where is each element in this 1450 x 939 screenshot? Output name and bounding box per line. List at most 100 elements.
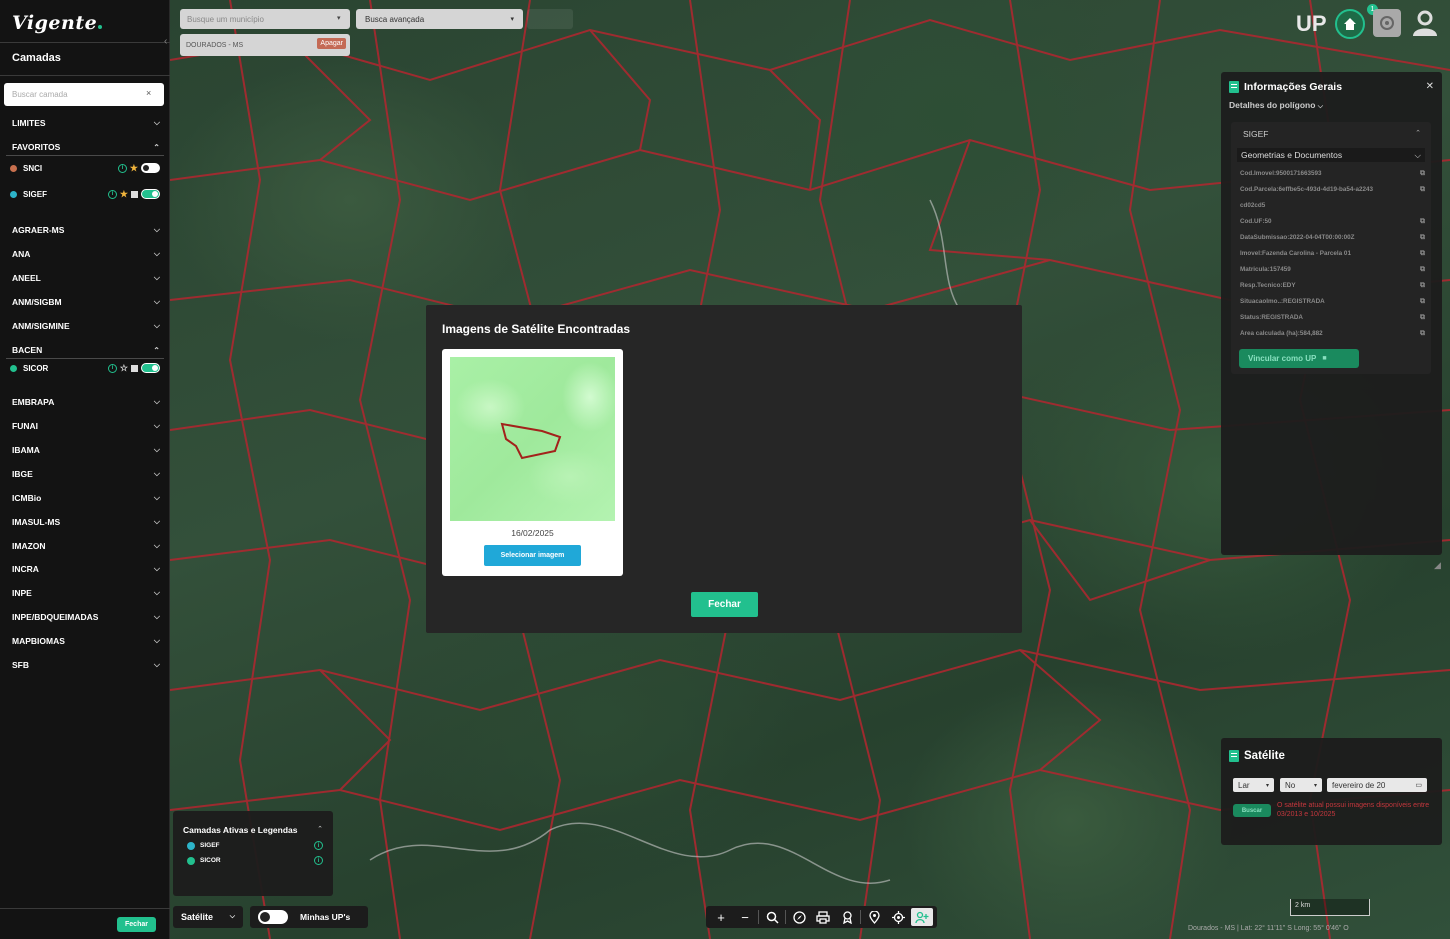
group-sfb[interactable]: SFB ⌵ <box>12 658 160 672</box>
user-icon <box>1413 10 1437 36</box>
select-image-button[interactable]: Selecionar imagem <box>484 545 581 566</box>
info-icon[interactable]: i <box>314 841 323 850</box>
polygon-details-toggle[interactable]: Detalhes do polígono ⌵ <box>1229 100 1323 111</box>
parcel-outline <box>500 422 562 460</box>
close-icon[interactable]: ✕ <box>1426 81 1434 92</box>
copy-icon[interactable]: ⧉ <box>1420 234 1425 242</box>
title-text: Informações Gerais <box>1244 81 1343 93</box>
group-bacen[interactable]: BACEN ⌃ <box>12 343 160 357</box>
group-icmbio[interactable]: ICMBio ⌵ <box>12 491 160 505</box>
field-text: Cod.Parcela:6effbe5c-493d-4d19-ba54-a224… <box>1240 186 1374 193</box>
close-sidebar-button[interactable]: Fechar <box>117 917 156 932</box>
clear-search-icon[interactable]: × <box>146 88 151 98</box>
satellite-select-2[interactable]: No ▾ <box>1280 778 1322 792</box>
chevron-up-icon[interactable]: ⌃ <box>317 825 323 833</box>
copy-icon[interactable]: ⧉ <box>1420 250 1425 258</box>
satellite-panel-title: Satélite <box>1229 750 1285 762</box>
chevron-down-icon: ⌵ <box>153 225 160 234</box>
group-label: IMAZON <box>12 541 46 551</box>
link-as-up-button[interactable]: Vincular como UP ■ <box>1239 349 1359 368</box>
compass-icon[interactable] <box>788 908 810 926</box>
group-embrapa[interactable]: EMBRAPA ⌵ <box>12 395 160 409</box>
group-ibama[interactable]: IBAMA ⌵ <box>12 443 160 457</box>
group-funai[interactable]: FUNAI ⌵ <box>12 419 160 433</box>
info-icon[interactable]: i <box>107 363 117 373</box>
group-inpe-bdqueimadas[interactable]: INPE/BDQUEIMADAS ⌵ <box>12 610 160 624</box>
info-icon[interactable]: i <box>107 189 117 199</box>
group-ana[interactable]: ANA ⌵ <box>12 247 160 261</box>
group-imasul-ms[interactable]: IMASUL-MS ⌵ <box>12 515 160 529</box>
field-text: Cod.UF:50 <box>1240 218 1272 225</box>
group-anm-sigmine[interactable]: ANM/SIGMINE ⌵ <box>12 319 160 333</box>
field-row: Cod.UF:50 ⧉ <box>1240 218 1425 226</box>
style-swatch-icon[interactable] <box>131 364 138 372</box>
group-ibge[interactable]: IBGE ⌵ <box>12 467 160 481</box>
copy-icon[interactable]: ⧉ <box>1420 218 1425 226</box>
advanced-search-dropdown[interactable]: Busca avançada ▾ <box>356 9 523 29</box>
group-inpe[interactable]: INPE ⌵ <box>12 586 160 600</box>
search-icon[interactable] <box>761 908 783 926</box>
chevron-down-icon: ⌵ <box>1414 149 1421 160</box>
basemap-select[interactable]: Satélite ⌵ <box>173 906 243 928</box>
municipality-search-input[interactable] <box>180 9 350 29</box>
layer-toggle-sigef[interactable] <box>141 189 160 199</box>
user-profile-button[interactable] <box>1408 6 1442 40</box>
zoom-out-icon[interactable]: − <box>734 908 756 926</box>
copy-icon[interactable]: ⧉ <box>1420 314 1425 322</box>
month-value: fevereiro de 20 <box>1332 780 1386 790</box>
search-extra-box[interactable] <box>527 9 573 29</box>
close-modal-button[interactable]: Fechar <box>691 592 758 617</box>
star-outline-icon[interactable]: ☆ <box>120 363 128 374</box>
satellite-select-1[interactable]: Lar ▾ <box>1233 778 1274 792</box>
satellite-image-card[interactable]: 16/02/2025 Selecionar imagem <box>442 349 623 576</box>
layer-sigef: SIGEF i ★ <box>10 187 160 201</box>
group-imazon[interactable]: IMAZON ⌵ <box>12 539 160 553</box>
group-label: IBGE <box>12 469 33 479</box>
basemap-label: Satélite <box>181 912 214 922</box>
subtitle-text: Detalhes do polígono <box>1229 100 1316 110</box>
delete-municipality-button[interactable]: Apagar <box>317 38 346 49</box>
print-icon[interactable] <box>812 908 834 926</box>
copy-icon[interactable]: ⧉ <box>1420 282 1425 290</box>
collapse-sidebar-icon[interactable]: ‹ <box>164 36 176 50</box>
zoom-in-icon[interactable]: + <box>710 908 732 926</box>
resize-handle-icon[interactable]: ◢ <box>1434 560 1444 570</box>
layer-search-input[interactable] <box>4 83 164 106</box>
chevron-down-icon: ⌵ <box>153 493 160 502</box>
satellite-search-button[interactable]: Buscar <box>1233 804 1271 817</box>
info-icon[interactable]: i <box>117 163 127 173</box>
info-icon[interactable]: i <box>314 856 323 865</box>
certificate-button[interactable] <box>1373 9 1401 37</box>
geometries-documents-toggle[interactable]: Geometrias e Documentos ⌵ <box>1237 148 1425 162</box>
group-anm-sigbm[interactable]: ANM/SIGBM ⌵ <box>12 295 160 309</box>
modal-title: Imagens de Satélite Encontradas <box>442 322 631 336</box>
group-label: AGRAER-MS <box>12 225 65 235</box>
my-ups-toggle[interactable] <box>258 910 288 924</box>
layer-toggle-sicor[interactable] <box>141 363 160 373</box>
award-icon[interactable] <box>836 908 858 926</box>
group-mapbiomas[interactable]: MAPBIOMAS ⌵ <box>12 634 160 648</box>
copy-icon[interactable]: ⧉ <box>1420 298 1425 306</box>
group-favoritos[interactable]: FAVORITOS ⌃ <box>12 140 160 154</box>
group-aneel[interactable]: ANEEL ⌵ <box>12 271 160 285</box>
locate-icon[interactable] <box>887 908 909 926</box>
add-user-icon[interactable] <box>911 908 933 926</box>
layer-toggle-snci[interactable] <box>141 163 160 173</box>
star-filled-icon[interactable]: ★ <box>130 163 138 174</box>
star-filled-icon[interactable]: ★ <box>120 189 128 200</box>
copy-icon[interactable]: ⧉ <box>1420 266 1425 274</box>
group-incra[interactable]: INCRA ⌵ <box>12 562 160 576</box>
copy-icon[interactable]: ⧉ <box>1420 330 1425 338</box>
group-limites[interactable]: LIMITES ⌵ <box>12 116 160 130</box>
chevron-up-icon[interactable]: ⌃ <box>1415 129 1421 137</box>
map-pin-icon[interactable] <box>863 908 885 926</box>
chevron-down-icon: ⌵ <box>153 612 160 621</box>
home-button[interactable] <box>1335 9 1365 39</box>
cursor-coordinates: Dourados - MS | Lat: 22° 11'11" S Long: … <box>1188 925 1349 932</box>
copy-icon[interactable]: ⧉ <box>1420 170 1425 178</box>
group-agraer-ms[interactable]: AGRAER-MS ⌵ <box>12 223 160 237</box>
month-picker[interactable]: fevereiro de 20 ▭ <box>1327 778 1427 792</box>
copy-icon[interactable]: ⧉ <box>1420 186 1425 194</box>
style-swatch-icon[interactable] <box>131 190 138 198</box>
chevron-down-icon[interactable]: ▾ <box>337 14 341 22</box>
